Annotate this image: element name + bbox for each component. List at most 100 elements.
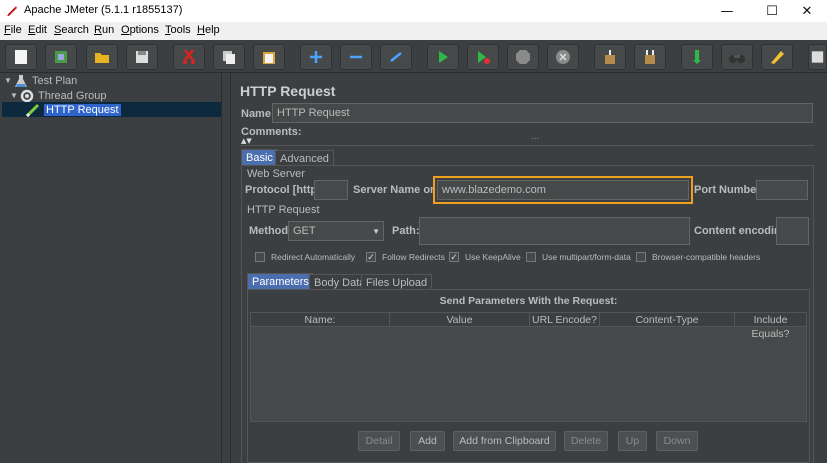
multipart-form-data-checkbox[interactable]: Use multipart/form-data xyxy=(526,252,631,262)
toggle-icon[interactable] xyxy=(380,44,412,70)
menu-tools[interactable]: Tools xyxy=(165,24,191,36)
method-select[interactable]: GET ▼ xyxy=(288,221,384,241)
http-request-icon xyxy=(26,103,40,117)
close-button[interactable]: ✕ xyxy=(787,0,827,22)
jmeter-feather-icon xyxy=(5,4,19,18)
follow-redirects-checkbox[interactable]: ✓ Follow Redirects xyxy=(366,252,445,262)
minimize-button[interactable]: — xyxy=(707,0,747,22)
name-label: Name: xyxy=(241,108,275,120)
checkmark-icon[interactable]: ✓ xyxy=(449,252,459,262)
redirect-automatically-checkbox[interactable]: Redirect Automatically xyxy=(255,252,355,262)
http-request-heading: HTTP Request xyxy=(247,204,320,216)
menu-options[interactable]: Options xyxy=(121,24,159,36)
menu-help[interactable]: Help xyxy=(197,24,220,36)
tree-expanded-icon[interactable]: ▼ xyxy=(4,76,14,85)
clear-all-icon[interactable] xyxy=(634,44,666,70)
use-keepalive-checkbox[interactable]: ✓ Use KeepAlive xyxy=(449,252,521,262)
start-no-pause-icon[interactable] xyxy=(467,44,499,70)
open-icon[interactable] xyxy=(86,44,118,70)
tree-node-label: Test Plan xyxy=(32,74,78,87)
help-icon[interactable] xyxy=(808,44,827,70)
tree-node-label: HTTP Request xyxy=(44,103,121,116)
parameters-title: Send Parameters With the Request: xyxy=(439,295,618,307)
start-icon[interactable] xyxy=(427,44,459,70)
content-encoding-field[interactable] xyxy=(776,217,809,245)
tree-node-thread-group[interactable]: ▼ Thread Group xyxy=(10,88,106,103)
parameters-panel: Send Parameters With the Request: Name: … xyxy=(247,289,810,463)
stop-icon[interactable] xyxy=(507,44,539,70)
expand-icon[interactable] xyxy=(300,44,332,70)
templates-icon[interactable] xyxy=(45,44,77,70)
reset-search-icon[interactable] xyxy=(721,44,753,70)
column-header-name[interactable]: Name: xyxy=(251,313,390,327)
server-name-field[interactable]: www.blazedemo.com xyxy=(433,176,693,204)
column-header-include-equals[interactable]: Include Equals? xyxy=(735,313,806,340)
tree-node-test-plan[interactable]: ▼ Test Plan xyxy=(4,73,77,88)
protocol-label: Protocol [http]: xyxy=(245,184,325,196)
splitter-grip-icon[interactable]: ⋯ xyxy=(531,134,539,143)
add-from-clipboard-button[interactable]: Add from Clipboard xyxy=(453,431,556,451)
parameters-table[interactable]: Name: Value URL Encode? Content-Type Inc… xyxy=(250,312,807,422)
maximize-button[interactable]: ☐ xyxy=(752,0,792,22)
port-number-field[interactable] xyxy=(756,180,808,200)
tree-node-http-request[interactable]: HTTP Request xyxy=(2,102,221,117)
path-label: Path: xyxy=(392,225,420,237)
checkmark-icon[interactable]: ✓ xyxy=(366,252,376,262)
chevron-down-icon[interactable]: ▼ xyxy=(372,225,380,239)
tab-files-upload[interactable]: Files Upload xyxy=(361,274,433,290)
checkbox-label: Follow Redirects xyxy=(382,252,445,262)
shutdown-icon[interactable] xyxy=(547,44,579,70)
checkbox-box[interactable] xyxy=(636,252,646,262)
tree-expanded-icon[interactable]: ▼ xyxy=(10,91,20,100)
port-number-label: Port Number: xyxy=(694,184,765,196)
checkbox-label: Use multipart/form-data xyxy=(542,252,631,262)
checkbox-label: Redirect Automatically xyxy=(271,252,356,262)
save-icon[interactable] xyxy=(126,44,158,70)
tree-node-label: Thread Group xyxy=(38,89,107,102)
paste-icon[interactable] xyxy=(253,44,285,70)
menu-search[interactable]: Search xyxy=(54,24,89,36)
path-field[interactable] xyxy=(419,217,690,245)
method-label: Method: xyxy=(249,225,292,237)
title-bar: Apache JMeter (5.1.1 r1855137) — ☐ ✕ xyxy=(0,0,827,22)
checkbox-label: Browser-compatible headers xyxy=(652,252,761,262)
checkbox-box[interactable] xyxy=(255,252,265,262)
collapse-icon[interactable] xyxy=(340,44,372,70)
function-helper-icon[interactable] xyxy=(761,44,793,70)
checkbox-box[interactable] xyxy=(526,252,536,262)
splitter-arrows-icon[interactable]: ▲▼ xyxy=(241,137,252,145)
protocol-field[interactable] xyxy=(314,180,348,200)
http-request-panel: HTTP Request Name: HTTP Request Comments… xyxy=(230,73,827,463)
up-button[interactable]: Up xyxy=(618,431,647,451)
menu-bar: File Edit Search Run Options Tools Help xyxy=(0,22,827,40)
window-title: Apache JMeter (5.1.1 r1855137) xyxy=(24,4,183,16)
tab-advanced[interactable]: Advanced xyxy=(275,150,334,166)
column-header-url-encode[interactable]: URL Encode? xyxy=(530,313,600,327)
down-button[interactable]: Down xyxy=(656,431,698,451)
test-plan-icon xyxy=(14,74,28,88)
new-icon[interactable] xyxy=(5,44,37,70)
thread-group-icon xyxy=(20,89,34,103)
test-plan-tree: ▼ Test Plan ▼ Thread Group HTTP Request xyxy=(2,73,222,463)
cut-icon[interactable] xyxy=(173,44,205,70)
browser-compatible-headers-checkbox[interactable]: Browser-compatible headers xyxy=(636,252,760,262)
column-header-value[interactable]: Value xyxy=(390,313,530,327)
delete-button[interactable]: Delete xyxy=(564,431,608,451)
tab-parameters[interactable]: Parameters xyxy=(247,273,314,289)
search-icon[interactable] xyxy=(681,44,713,70)
menu-file[interactable]: File xyxy=(4,24,22,36)
column-header-content-type[interactable]: Content-Type xyxy=(600,313,735,327)
menu-edit[interactable]: Edit xyxy=(28,24,47,36)
name-field[interactable]: HTTP Request xyxy=(272,103,813,123)
tab-basic[interactable]: Basic xyxy=(241,149,278,165)
clear-icon[interactable] xyxy=(594,44,626,70)
table-header: Name: Value URL Encode? Content-Type Inc… xyxy=(251,313,806,340)
web-server-heading: Web Server xyxy=(247,168,305,180)
comments-splitter[interactable]: ▲▼ ⋯ xyxy=(241,134,814,146)
method-value: GET xyxy=(293,225,316,237)
copy-icon[interactable] xyxy=(213,44,245,70)
add-button[interactable]: Add xyxy=(410,431,445,451)
toolbar xyxy=(0,40,827,73)
menu-run[interactable]: Run xyxy=(94,24,114,36)
detail-button[interactable]: Detail xyxy=(358,431,400,451)
